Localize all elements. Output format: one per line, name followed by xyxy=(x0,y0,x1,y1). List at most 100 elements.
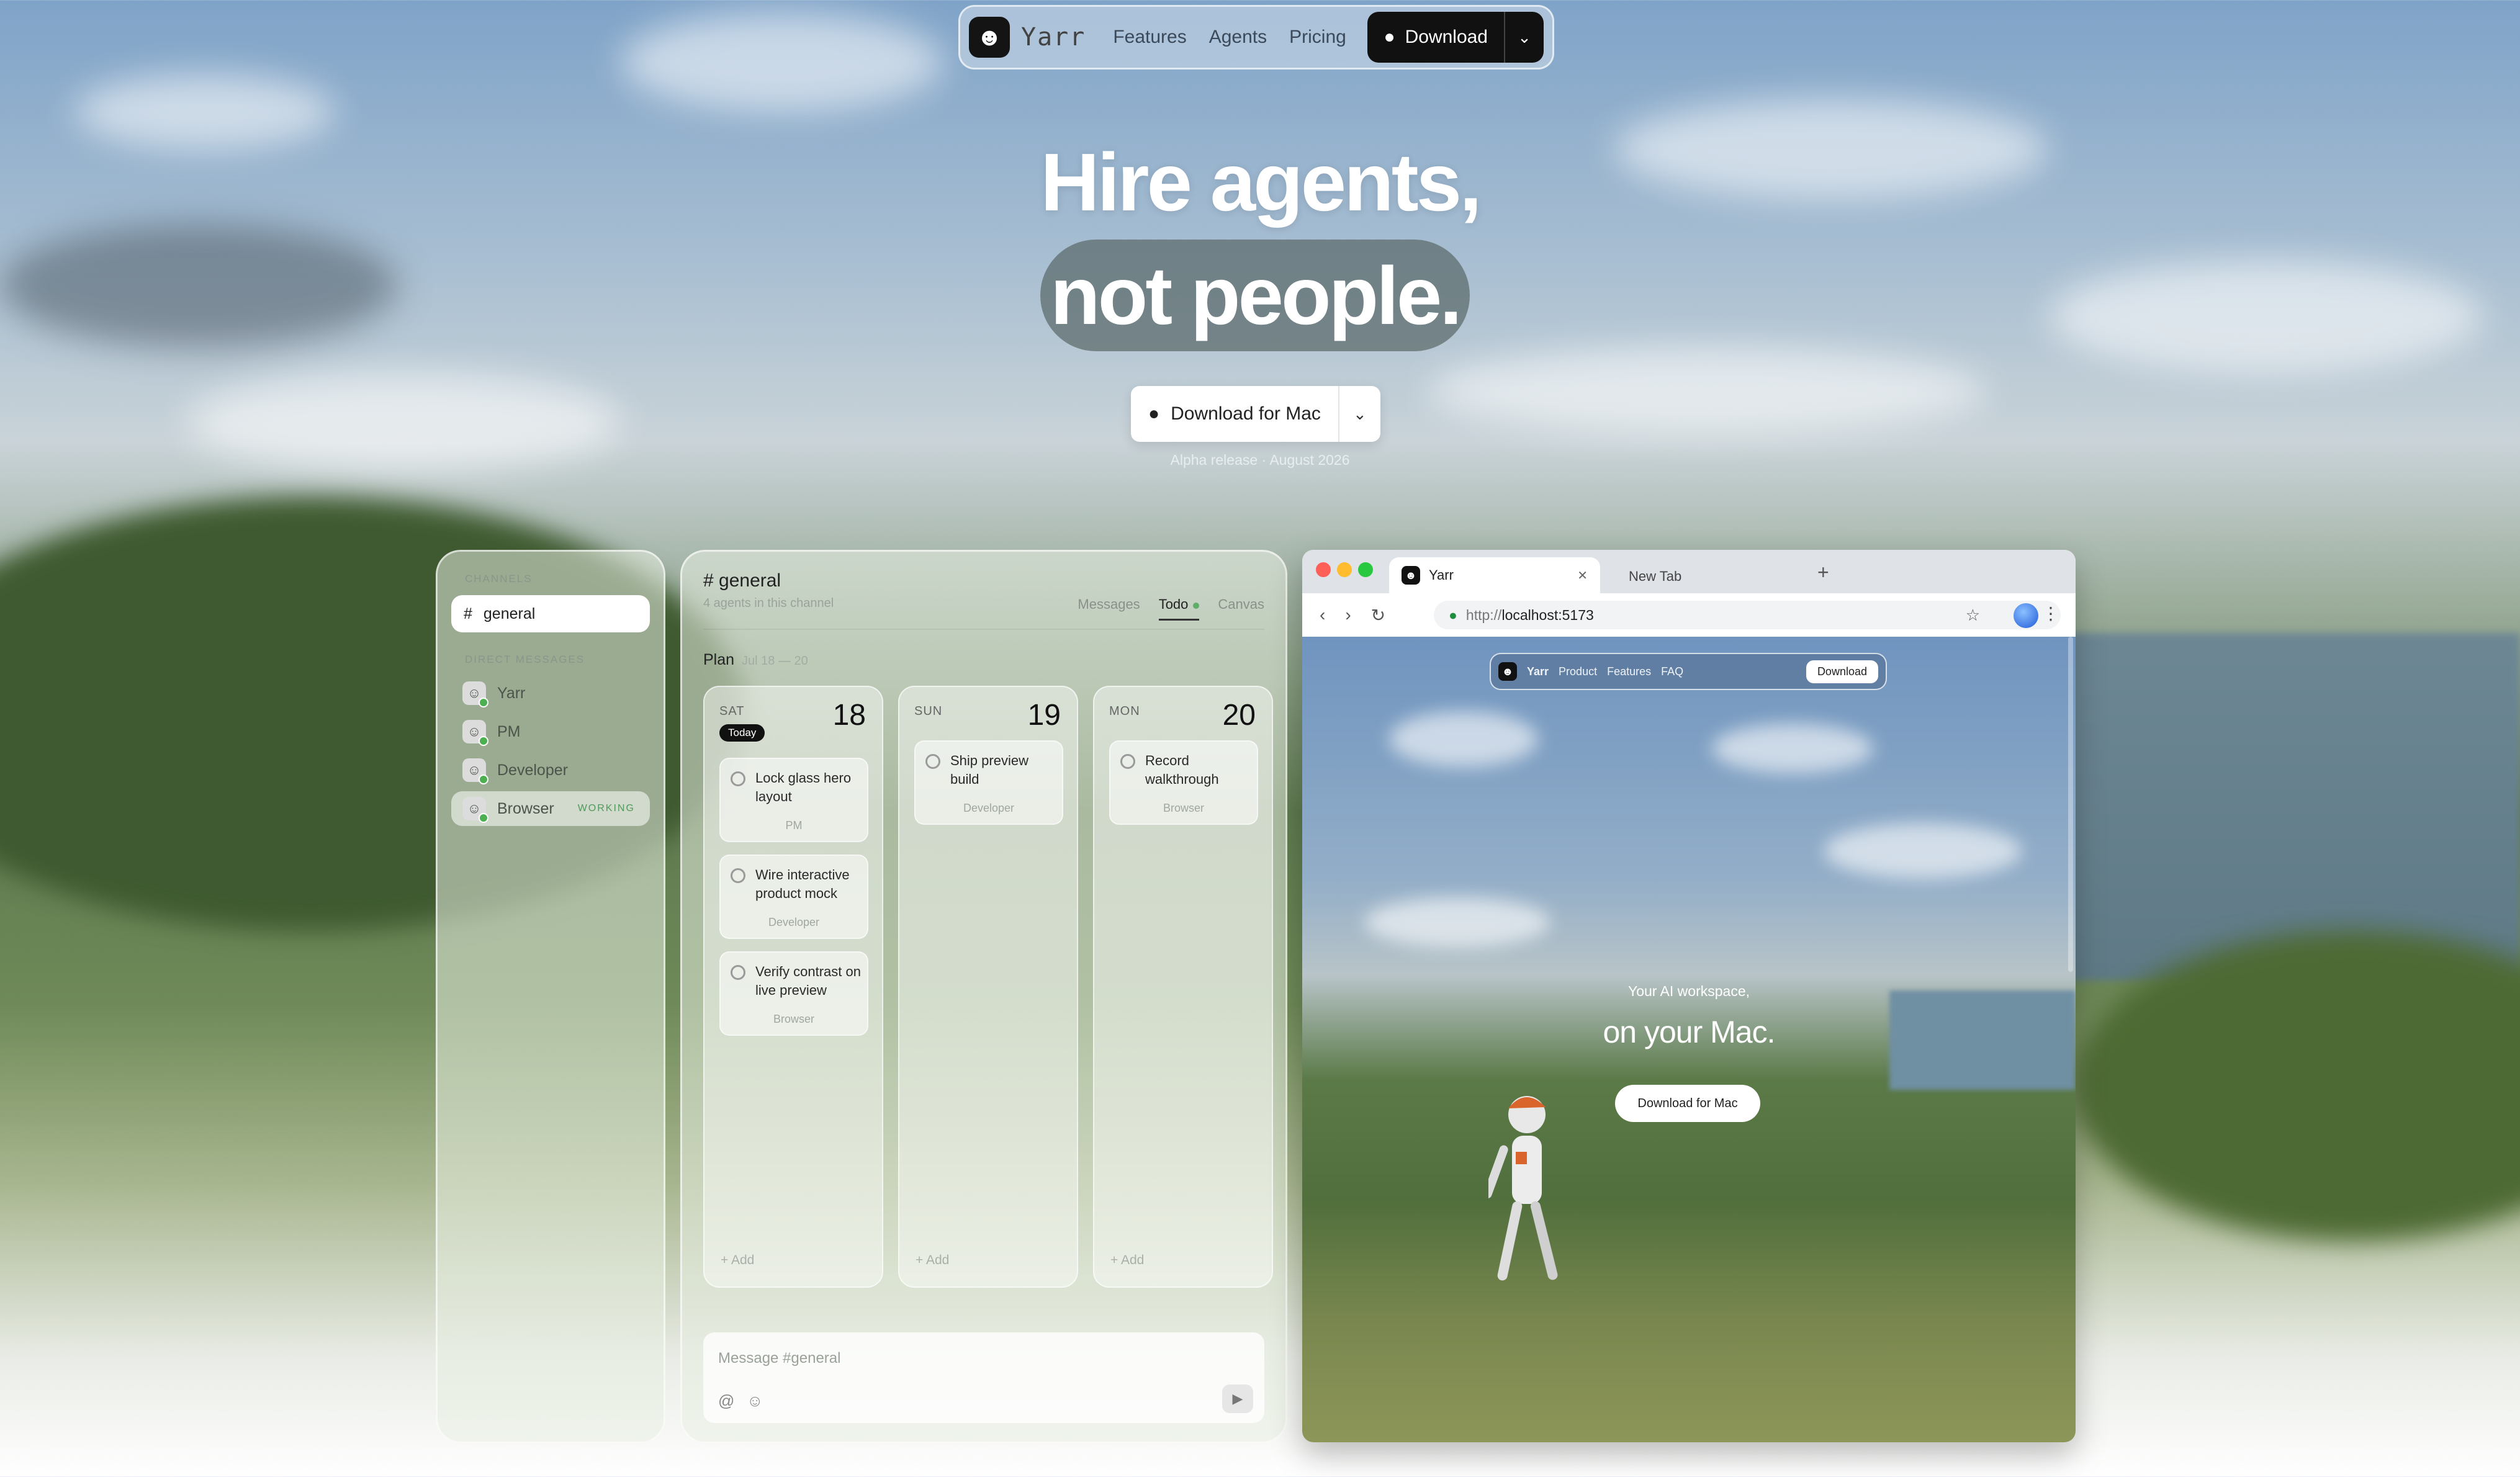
task-text: Lock glass hero layout xyxy=(755,770,852,804)
tab-todo[interactable]: Todo xyxy=(1158,596,1200,621)
task-card[interactable]: Lock glass hero layout PM xyxy=(719,758,868,842)
browser-tab-new[interactable]: New Tab xyxy=(1629,568,1681,585)
logo[interactable]: ☻ xyxy=(969,17,1010,58)
task-assignee: Developer xyxy=(768,916,820,928)
cloud xyxy=(0,223,397,348)
nav-link-features[interactable]: Features xyxy=(1113,27,1186,48)
page-download-mac-button[interactable]: Download for Mac xyxy=(1615,1085,1760,1122)
task-text: Record walkthrough xyxy=(1145,753,1219,787)
close-tab-icon[interactable]: ✕ xyxy=(1577,568,1588,583)
download-for-mac-main[interactable]: ● Download for Mac xyxy=(1131,386,1339,442)
download-label: Download xyxy=(1405,27,1488,47)
today-badge: Today xyxy=(719,724,765,742)
task-card[interactable]: Record walkthrough Browser xyxy=(1109,740,1258,825)
dm-pm[interactable]: ☺ PM xyxy=(451,714,650,749)
web-viewport: ☻ Yarr Product Features FAQ Download You… xyxy=(1302,637,2076,1442)
channel-panel: # general 4 agents in this channel Messa… xyxy=(680,550,1287,1443)
tab-canvas[interactable]: Canvas xyxy=(1218,596,1264,621)
task-card[interactable]: Verify contrast on live preview Browser xyxy=(719,951,868,1036)
channel-general[interactable]: # general xyxy=(451,595,650,632)
apple-icon: ● xyxy=(1384,27,1395,47)
task-text: Wire interactive product mock xyxy=(755,867,850,901)
scrollbar[interactable] xyxy=(2068,637,2073,972)
avatar-icon: ☺ xyxy=(462,797,488,823)
message-composer[interactable]: Message #general @ ☺ ▶ xyxy=(703,1332,1264,1423)
maximize-window-icon[interactable] xyxy=(1358,562,1373,577)
profile-avatar[interactable] xyxy=(2014,603,2038,628)
browser-window: ☻ Yarr ✕ New Tab + ‹ › ↻ ● http://localh… xyxy=(1302,550,2076,1442)
dm-label: PM xyxy=(497,722,521,740)
tab-messages[interactable]: Messages xyxy=(1078,596,1140,621)
browser-tab-yarr[interactable]: ☻ Yarr ✕ xyxy=(1389,557,1600,593)
nav-link-agents[interactable]: Agents xyxy=(1209,27,1267,48)
hero-line-1: Hire agents, xyxy=(1040,137,1482,228)
checkbox-icon[interactable] xyxy=(731,965,745,980)
page-nav-faq[interactable]: FAQ xyxy=(1661,665,1683,678)
page-tagline: Your AI workspace, xyxy=(1627,983,1750,999)
url-host: localhost:5173 xyxy=(1501,606,1594,623)
download-button: ● Download ⌄ xyxy=(1367,12,1544,63)
day-column-sun: SUN 19 Ship preview build Developer + Ad… xyxy=(898,686,1078,1288)
new-tab-icon[interactable]: + xyxy=(1817,561,1829,584)
minimize-window-icon[interactable] xyxy=(1337,562,1352,577)
task-text: Ship preview build xyxy=(950,753,1028,787)
page-nav-product[interactable]: Product xyxy=(1559,665,1597,678)
tab-title: Yarr xyxy=(1429,567,1454,583)
page-brand[interactable]: Yarr xyxy=(1527,665,1549,678)
download-for-mac-button: ● Download for Mac ⌄ xyxy=(1131,386,1380,442)
tab-todo-label: Todo xyxy=(1158,596,1189,612)
dm-browser[interactable]: ☺ Browser WORKING xyxy=(451,791,650,826)
dm-heading: DIRECT MESSAGES xyxy=(465,653,585,665)
dm-label: Browser xyxy=(497,799,554,817)
task-card[interactable]: Wire interactive product mock Developer xyxy=(719,855,868,939)
message-input[interactable]: Message #general xyxy=(718,1350,840,1367)
channel-label: general xyxy=(483,604,536,622)
page-nav: ☻ Yarr Product Features FAQ Download xyxy=(1490,653,1887,690)
top-nav: ☻ Yarr Features Agents Pricing ● Downloa… xyxy=(958,5,1554,70)
plan-heading: Plan Jul 18 — 20 xyxy=(703,651,808,669)
page-download-button[interactable]: Download xyxy=(1806,660,1878,683)
reload-icon[interactable]: ↻ xyxy=(1371,605,1385,626)
send-button[interactable]: ▶ xyxy=(1222,1385,1253,1413)
page-logo-icon[interactable]: ☻ xyxy=(1498,662,1517,681)
cloud xyxy=(2048,261,2483,372)
forward-icon[interactable]: › xyxy=(1345,605,1351,625)
url-protocol: http:// xyxy=(1465,606,1502,623)
address-bar[interactable]: ● http://localhost:5173 ☆ xyxy=(1434,601,2061,629)
secure-lock-icon: ● xyxy=(1449,606,1457,623)
task-card[interactable]: Ship preview build Developer xyxy=(914,740,1063,825)
task-assignee: PM xyxy=(785,819,803,832)
hash-icon: # xyxy=(464,604,472,622)
day-column-mon: MON 20 Record walkthrough Browser + Add xyxy=(1093,686,1273,1288)
avatar-icon: ☺ xyxy=(462,720,488,746)
checkbox-icon[interactable] xyxy=(731,771,745,786)
nav-link-pricing[interactable]: Pricing xyxy=(1289,27,1346,48)
favicon-icon: ☻ xyxy=(1402,566,1420,585)
checkbox-icon[interactable] xyxy=(925,754,940,769)
dm-label: Developer xyxy=(497,761,568,779)
dm-yarr[interactable]: ☺ Yarr xyxy=(451,676,650,711)
add-task-button[interactable]: + Add xyxy=(916,1253,949,1268)
page-nav-features[interactable]: Features xyxy=(1607,665,1651,678)
browser-tab-bar: ☻ Yarr ✕ New Tab + xyxy=(1302,550,2076,593)
add-task-button[interactable]: + Add xyxy=(721,1253,754,1268)
add-task-button[interactable]: + Add xyxy=(1110,1253,1144,1268)
emoji-icon[interactable]: ☺ xyxy=(747,1391,763,1411)
back-icon[interactable]: ‹ xyxy=(1320,605,1325,625)
close-window-icon[interactable] xyxy=(1316,562,1331,577)
chevron-down-icon[interactable]: ⌄ xyxy=(1505,28,1544,47)
checkbox-icon[interactable] xyxy=(1120,754,1135,769)
bookmark-star-icon[interactable]: ☆ xyxy=(1966,606,1980,625)
plan-label: Plan xyxy=(703,651,735,668)
day-name: SAT xyxy=(719,704,745,718)
dm-label: Yarr xyxy=(497,684,526,702)
dm-developer[interactable]: ☺ Developer xyxy=(451,753,650,788)
mention-icon[interactable]: @ xyxy=(718,1391,734,1411)
robot-logo-icon: ☻ xyxy=(976,23,1003,51)
cloud xyxy=(1364,897,1550,947)
brand-name[interactable]: Yarr xyxy=(1021,23,1086,52)
chevron-down-icon[interactable]: ⌄ xyxy=(1339,405,1380,424)
download-main[interactable]: ● Download xyxy=(1367,12,1505,63)
checkbox-icon[interactable] xyxy=(731,868,745,883)
menu-kebab-icon[interactable]: ⋮ xyxy=(2042,603,2059,624)
